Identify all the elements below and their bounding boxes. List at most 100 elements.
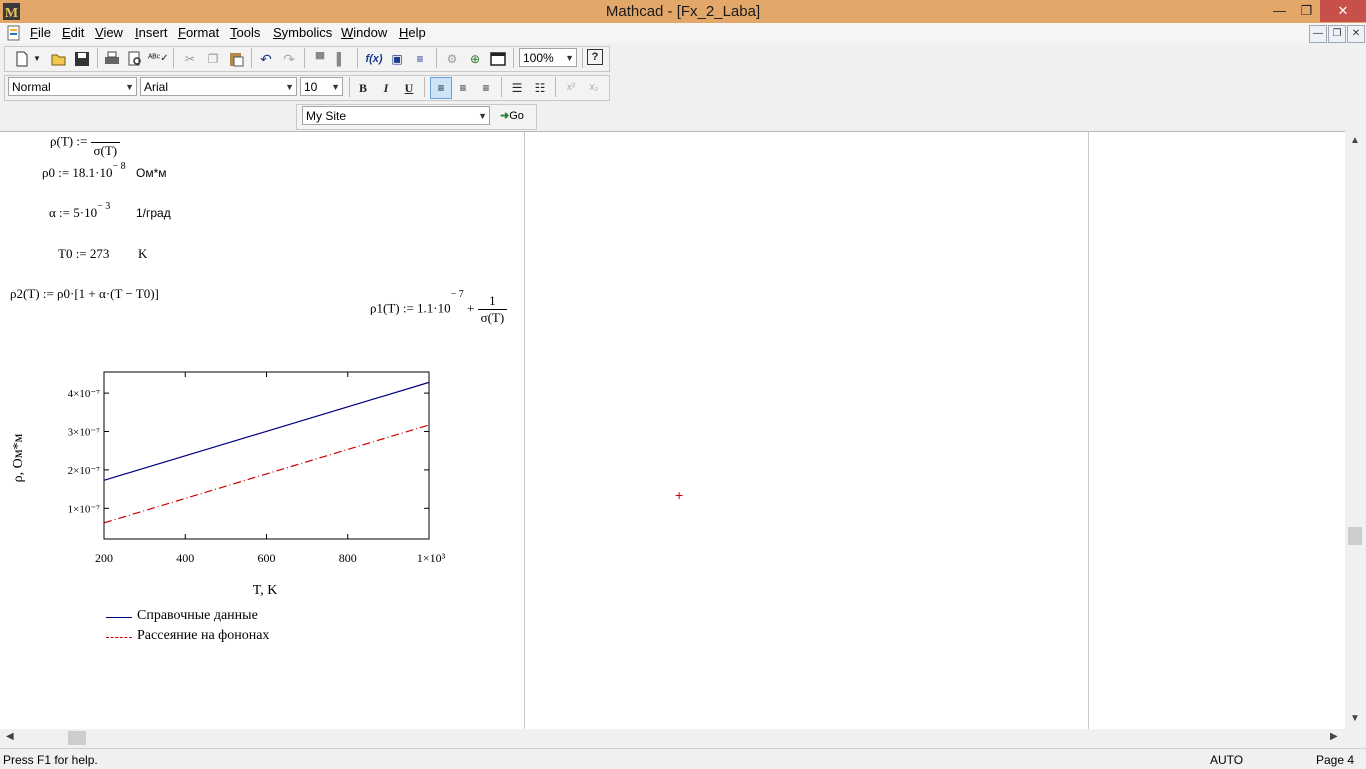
menu-file[interactable]: File xyxy=(30,25,51,40)
scroll-left-icon[interactable]: ◀ xyxy=(6,731,14,742)
font-size-select[interactable]: 10 ▼ xyxy=(300,77,343,96)
bold-button[interactable]: B xyxy=(353,78,373,98)
insert-unit-icon[interactable]: ▣ xyxy=(387,49,407,69)
page-break-line xyxy=(524,132,525,730)
scroll-down-icon[interactable]: ▼ xyxy=(1350,713,1360,724)
restore-button[interactable]: ❐ xyxy=(1293,0,1320,22)
document-icon xyxy=(7,25,20,41)
status-help-text: Press F1 for help. xyxy=(3,753,98,767)
font-select[interactable]: Arial ▼ xyxy=(140,77,297,96)
redo-icon[interactable]: ↷ xyxy=(279,49,299,69)
menu-format[interactable]: Format xyxy=(178,25,219,40)
rho0-definition[interactable]: ρ0 := 18.1·10− 8 xyxy=(42,161,126,181)
align-left-icon[interactable]: ▌ xyxy=(331,49,351,69)
x-axis-label: T, K xyxy=(253,583,278,598)
scroll-up-icon[interactable]: ▲ xyxy=(1350,135,1360,146)
insertion-cursor: + xyxy=(675,487,684,503)
horizontal-scrollbar[interactable]: ◀ ▶ xyxy=(0,729,1345,748)
align-text-center-icon[interactable]: ≡ xyxy=(453,78,473,98)
legend-line-dashdot xyxy=(106,637,132,638)
minimize-button[interactable]: — xyxy=(1266,0,1293,22)
y-tick-label: 1×10⁻⁷ xyxy=(68,503,101,515)
bullet-list-icon[interactable]: ☰ xyxy=(507,78,527,98)
zoom-select[interactable]: 100% ▼ xyxy=(519,48,577,67)
paste-icon[interactable] xyxy=(226,49,246,69)
page-break-line xyxy=(1088,132,1089,730)
superscript-button[interactable]: x² xyxy=(561,78,581,98)
menu-symbolics[interactable]: Symbolics xyxy=(273,25,332,40)
chevron-down-icon: ▼ xyxy=(478,111,487,121)
menu-bar: File Edit View Insert Format Tools Symbo… xyxy=(0,23,1366,43)
chevron-down-icon: ▼ xyxy=(565,53,574,63)
chevron-down-icon: ▼ xyxy=(285,82,294,92)
menu-insert[interactable]: Insert xyxy=(135,25,168,40)
scroll-right-icon[interactable]: ▶ xyxy=(1330,731,1338,742)
cut-icon[interactable]: ✂ xyxy=(180,49,200,69)
worksheet[interactable]: ρ(T) := σ(T) ρ0 := 18.1·10− 8 Ом*м α := … xyxy=(0,131,1345,730)
y-tick-label: 3×10⁻⁷ xyxy=(68,427,101,439)
rho2-definition[interactable]: ρ2(T) := ρ0·[1 + α·(T − T0)] xyxy=(10,286,159,302)
print-icon[interactable] xyxy=(102,49,122,69)
help-icon[interactable]: ? xyxy=(587,49,603,65)
vertical-scroll-thumb[interactable] xyxy=(1348,527,1362,545)
menu-tools[interactable]: Tools xyxy=(230,25,260,40)
resource-center-icon[interactable]: ⊕ xyxy=(465,49,485,69)
menu-help[interactable]: Help xyxy=(399,25,426,40)
save-icon[interactable] xyxy=(72,49,92,69)
copy-icon[interactable]: ❐ xyxy=(203,49,223,69)
insert-function-icon[interactable]: f(x) xyxy=(364,49,384,69)
spell-check-icon[interactable]: ᴬᴮᶜ✓ xyxy=(148,49,169,69)
x-tick-label: 200 xyxy=(95,551,113,565)
horizontal-scroll-thumb[interactable] xyxy=(68,731,86,745)
alpha-definition[interactable]: α := 5·10− 3 xyxy=(49,201,110,221)
status-bar: Press F1 for help. AUTO Page 4 xyxy=(0,748,1366,769)
align-top-icon[interactable]: ▀ xyxy=(310,49,330,69)
resources-toolbar: My Site ▼ ➜Go xyxy=(0,102,1366,131)
style-select[interactable]: Normal ▼ xyxy=(8,77,137,96)
chevron-down-icon: ▼ xyxy=(331,82,340,92)
rho0-unit: Ом*м xyxy=(136,166,167,180)
rho1-definition[interactable]: ρ1(T) := 1.1·10− 7 + 1 σ(T) xyxy=(370,289,508,326)
calculate-icon[interactable]: ≡ xyxy=(410,49,430,69)
new-document-icon[interactable] xyxy=(12,49,32,69)
alpha-unit: 1/град xyxy=(136,206,171,220)
resource-select[interactable]: My Site ▼ xyxy=(302,106,490,125)
menu-edit[interactable]: Edit xyxy=(62,25,84,40)
legend-line-solid xyxy=(106,617,132,618)
undo-icon[interactable]: ↶ xyxy=(256,49,276,69)
t0-definition[interactable]: T0 := 273 xyxy=(58,246,109,262)
x-tick-label: 1×10³ xyxy=(417,551,446,565)
t0-unit: K xyxy=(138,246,148,261)
close-button[interactable]: ✕ xyxy=(1320,0,1366,22)
go-button[interactable]: ➜Go xyxy=(500,109,524,122)
y-tick-label: 2×10⁻⁷ xyxy=(68,465,101,477)
align-text-left-icon[interactable]: ≡ xyxy=(430,77,452,99)
x-tick-label: 600 xyxy=(258,551,276,565)
formatting-toolbar: Normal ▼ Arial ▼ 10 ▼ B I U ≡ ≡ ≡ ☰ ☷ x² x₂ xyxy=(0,73,1366,102)
vertical-scrollbar[interactable]: ▲ ▼ xyxy=(1345,131,1366,729)
rho-definition[interactable]: ρ(T) := σ(T) xyxy=(50,132,121,159)
status-page: Page 4 xyxy=(1316,753,1355,767)
subscript-button[interactable]: x₂ xyxy=(584,78,604,98)
component-icon[interactable]: ⚙ xyxy=(442,49,462,69)
menu-view[interactable]: View xyxy=(95,25,123,40)
title-bar: M Mathcad - [Fx_2_Laba] — ❐ ✕ xyxy=(0,0,1366,23)
print-preview-icon[interactable] xyxy=(125,49,145,69)
document-restore-button[interactable]: ❐ xyxy=(1328,25,1346,43)
x-tick-label: 800 xyxy=(339,551,357,565)
document-minimize-button[interactable]: — xyxy=(1309,25,1327,43)
y-axis-label: ρ, Ом*м xyxy=(11,433,26,482)
new-dropdown-icon[interactable]: ▼ xyxy=(32,49,42,69)
window-icon[interactable] xyxy=(488,49,508,69)
y-tick-label: 4×10⁻⁷ xyxy=(68,388,101,400)
standard-toolbar: ▼ ᴬᴮᶜ✓ ✂ ❐ ↶ ↷ ▀ ▌ f(x) ▣ ≡ ⚙ ⊕ 100% ▼ ? xyxy=(0,44,1366,73)
go-arrow-icon: ➜ xyxy=(500,110,510,122)
underline-button[interactable]: U xyxy=(399,78,419,98)
numbered-list-icon[interactable]: ☷ xyxy=(530,78,550,98)
menu-window[interactable]: Window xyxy=(341,25,387,40)
window-title: Mathcad - [Fx_2_Laba] xyxy=(605,3,761,20)
italic-button[interactable]: I xyxy=(376,78,396,98)
document-close-button[interactable]: ✕ xyxy=(1347,25,1365,43)
align-text-right-icon[interactable]: ≡ xyxy=(476,78,496,98)
open-folder-icon[interactable] xyxy=(49,49,69,69)
